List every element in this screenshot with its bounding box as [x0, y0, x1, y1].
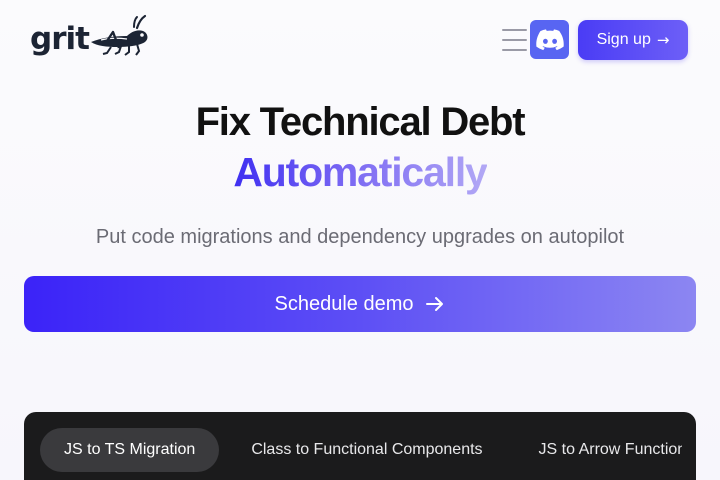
menu-line — [502, 39, 527, 41]
logo-text: grit — [30, 21, 90, 57]
menu-line — [502, 29, 527, 31]
cricket-icon — [90, 14, 148, 56]
arrow-right-icon: → — [656, 31, 670, 49]
schedule-demo-label: Schedule demo — [274, 292, 414, 315]
menu-line — [502, 49, 527, 51]
migrations-panel: JS to TS Migration Class to Functional C… — [24, 412, 696, 480]
arrow-right-icon — [426, 297, 444, 311]
grit-logo[interactable]: grit — [30, 14, 151, 58]
signup-button[interactable]: Sign up → — [578, 20, 688, 60]
hero-accent-text: Automatically — [233, 149, 487, 195]
discord-icon — [535, 28, 564, 50]
tab-js-to-arrow[interactable]: JS to Arrow Functions — [515, 428, 682, 472]
hero-subtitle: Put code migrations and dependency upgra… — [95, 226, 625, 248]
signup-label: Sign up — [596, 31, 651, 48]
schedule-demo-button[interactable]: Schedule demo — [24, 276, 696, 332]
discord-button[interactable] — [530, 20, 569, 59]
hero-title: Fix Technical Debt — [195, 100, 526, 144]
tab-js-to-ts[interactable]: JS to TS Migration — [40, 428, 220, 472]
migration-tabs: JS to TS Migration Class to Functional C… — [40, 428, 682, 472]
hero-accent-heading: Automatically — [0, 149, 720, 195]
hamburger-icon[interactable] — [502, 29, 527, 51]
tab-class-to-functional[interactable]: Class to Functional Components — [227, 428, 506, 472]
